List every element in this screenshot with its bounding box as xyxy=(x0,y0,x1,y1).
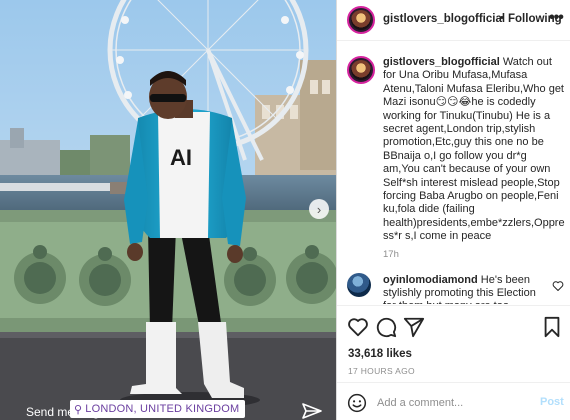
comment-body: oyinlomodiamond He's been stylishly prom… xyxy=(383,274,547,304)
commenter-username[interactable]: oyinlomodiamond xyxy=(383,274,478,286)
caption-username[interactable]: gistlovers_blogofficial xyxy=(383,56,500,68)
next-photo-button[interactable]: › xyxy=(309,199,329,219)
posted-time: 17 HOURS AGO xyxy=(348,366,415,376)
post-photo[interactable]: AI › Send message ⚲ LONDON, UNITED KINGD… xyxy=(0,0,336,420)
post-actions: 33,618 likes 17 HOURS AGO Post xyxy=(337,305,570,420)
location-label: LONDON, UNITED KINGDOM xyxy=(85,403,240,415)
caption: gistlovers_blogofficial Watch out for Un… xyxy=(383,56,565,244)
post-username[interactable]: gistlovers_blogofficial xyxy=(383,13,505,25)
chevron-right-icon: › xyxy=(316,201,322,217)
separator-dot: • xyxy=(500,12,504,24)
more-horizontal-icon[interactable]: ••• xyxy=(549,9,564,27)
location-pin-icon: ⚲ xyxy=(74,403,83,416)
avatar[interactable] xyxy=(347,6,375,34)
post-side-panel: gistlovers_blogofficial • Following ••• … xyxy=(336,0,570,420)
post-age: 17h xyxy=(383,249,399,260)
comment-item: oyinlomodiamond He's been stylishly prom… xyxy=(337,272,570,304)
emoji-icon[interactable] xyxy=(347,393,367,413)
comment-like-icon[interactable] xyxy=(552,280,564,292)
heart-icon[interactable] xyxy=(347,316,369,338)
comment-icon[interactable] xyxy=(375,316,397,338)
bookmark-icon[interactable] xyxy=(541,316,563,338)
caption-block: gistlovers_blogofficial Watch out for Un… xyxy=(337,52,570,262)
send-icon[interactable] xyxy=(302,402,322,420)
add-comment-input[interactable] xyxy=(377,394,527,412)
like-count[interactable]: 33,618 likes xyxy=(348,348,412,360)
post-header: gistlovers_blogofficial • Following ••• xyxy=(337,0,570,41)
location-tag[interactable]: ⚲ LONDON, UNITED KINGDOM xyxy=(70,400,246,418)
svg-text:AI: AI xyxy=(170,145,192,170)
add-comment-row: Post xyxy=(337,382,570,420)
caption-text: Watch out for Una Oribu Mufasa,Mufasa At… xyxy=(383,56,565,243)
caption-avatar[interactable] xyxy=(347,56,375,84)
commenter-avatar[interactable] xyxy=(347,273,371,297)
post-comment-button[interactable]: Post xyxy=(540,396,564,408)
share-icon[interactable] xyxy=(403,316,425,338)
photo-scene: AI xyxy=(0,0,336,420)
